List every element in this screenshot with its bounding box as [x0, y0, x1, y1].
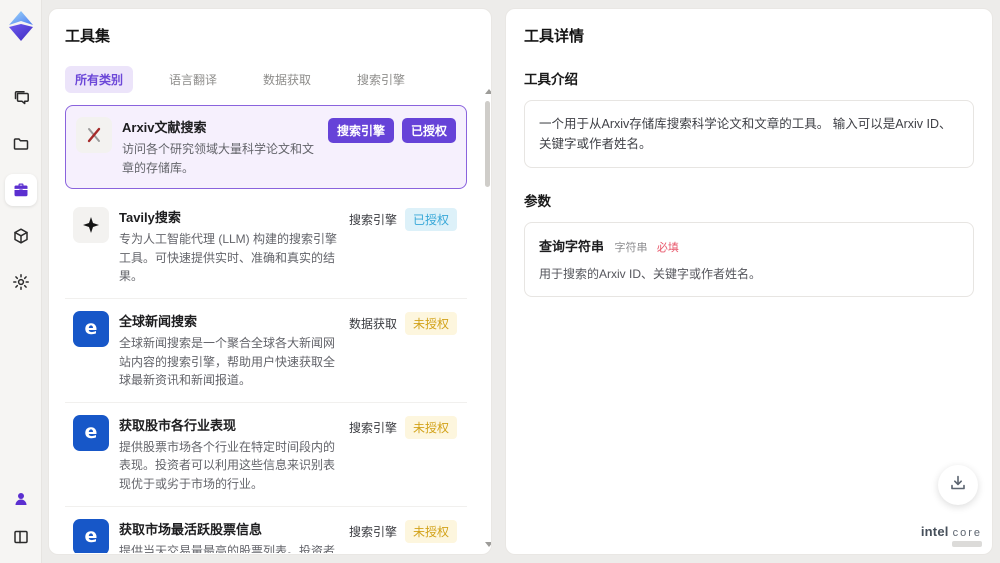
- tool-description: 全球新闻搜索是一个聚合全球各大新闻网站内容的搜索引擎，帮助用户快速获取全球最新资…: [119, 335, 336, 388]
- tool-list: Arxiv文献搜索 访问各个研究领域大量科学论文和文章的存储库。 搜索引擎 已授…: [65, 105, 477, 553]
- tools-panel-title: 工具集: [65, 28, 111, 45]
- category-tab[interactable]: 语言翻译: [159, 66, 227, 93]
- tool-auth-badge: 未授权: [404, 519, 457, 543]
- folder-icon: [12, 135, 30, 153]
- param-description: 用于搜索的Arxiv ID、关键字或作者姓名。: [539, 267, 762, 281]
- sidebar-bottom: [7, 485, 35, 551]
- cube-icon: [12, 227, 30, 245]
- intro-box: 一个用于从Arxiv存储库搜索科学论文和文章的工具。 输入可以是Arxiv ID…: [524, 100, 974, 168]
- tool-auth-badge: 已授权: [401, 118, 456, 143]
- scroll-down-arrow[interactable]: [485, 542, 491, 547]
- intro-text: 一个用于从Arxiv存储库搜索科学论文和文章的工具。 输入可以是Arxiv ID…: [539, 117, 952, 151]
- scrollbar-thumb[interactable]: [485, 101, 490, 187]
- tool-name: Tavily搜索: [119, 210, 181, 226]
- panel-toggle-icon: [12, 528, 30, 546]
- category-tab[interactable]: 所有类别: [65, 66, 134, 93]
- param-type: 字符串: [614, 242, 648, 254]
- tool-name: 获取股市各行业表现: [119, 417, 237, 433]
- intro-heading: 工具介绍: [524, 72, 578, 87]
- download-icon: [949, 474, 967, 497]
- tool-auth-badge: 未授权: [404, 415, 457, 439]
- tool-auth-badge: 已授权: [404, 208, 457, 232]
- tool-category-label: 搜索引擎: [348, 213, 397, 228]
- param-required-badge: 必填: [656, 242, 679, 254]
- app-logo: [6, 10, 36, 42]
- chat-icon: [12, 89, 30, 107]
- tool-detail-panel: 工具详情 工具介绍 一个用于从Arxiv存储库搜索科学论文和文章的工具。 输入可…: [505, 8, 993, 555]
- sidebar-item-user[interactable]: [7, 485, 35, 513]
- tool-name: 全球新闻搜索: [119, 313, 198, 329]
- tool-description: 专为人工智能代理 (LLM) 构建的搜索引擎工具。可快速提供实时、准确和真实的结…: [119, 232, 338, 284]
- category-tab[interactable]: 搜索引擎: [347, 66, 415, 93]
- news-app-icon: e: [73, 518, 109, 553]
- params-heading: 参数: [524, 194, 551, 209]
- sidebar-item-panel-toggle[interactable]: [7, 523, 35, 551]
- sidebar-item-cube[interactable]: [5, 220, 37, 252]
- category-tab[interactable]: 数据获取: [253, 66, 321, 93]
- sidebar-item-toolbox[interactable]: [4, 174, 37, 206]
- scroll-up-arrow[interactable]: [485, 89, 491, 94]
- tool-description: 提供股票市场各个行业在特定时间段内的表现。投资者可以利用这些信息来识别表现优于或…: [119, 439, 336, 491]
- tool-category-label: 数据获取: [348, 316, 397, 331]
- tavily-icon: [73, 207, 109, 244]
- tool-category-label: 搜索引擎: [348, 420, 397, 435]
- tool-name: Arxiv文献搜索: [122, 120, 207, 135]
- tool-row[interactable]: e 获取股市各行业表现 提供股票市场各个行业在特定时间段内的表现。投资者可以利用…: [65, 403, 467, 507]
- news-app-icon: e: [73, 414, 109, 451]
- tool-row[interactable]: e 获取市场最活跃股票信息 提供当天交易量最高的股票列表。投资者可以利用这些信息…: [65, 507, 467, 553]
- intel-core-logo: intel core: [921, 524, 982, 539]
- tool-name: 获取市场最活跃股票信息: [119, 521, 263, 537]
- detail-panel-title: 工具详情: [524, 28, 585, 45]
- param-box: 查询字符串 字符串 必填 用于搜索的Arxiv ID、关键字或作者姓名。: [524, 222, 974, 297]
- sidebar-item-folder[interactable]: [5, 128, 37, 160]
- tool-row[interactable]: Arxiv文献搜索 访问各个研究领域大量科学论文和文章的存储库。 搜索引擎 已授…: [65, 105, 467, 190]
- user-icon: [12, 490, 30, 508]
- news-app-icon: e: [73, 310, 109, 347]
- tool-description: 访问各个研究领域大量科学论文和文章的存储库。: [122, 142, 315, 175]
- sidebar-item-settings[interactable]: [5, 266, 37, 298]
- tool-description: 提供当天交易量最高的股票列表。投资者可以利用这些信息来识别流动性强的股票和潜在的…: [119, 543, 336, 553]
- core-sub-badge: [952, 541, 982, 547]
- list-scrollbar[interactable]: [484, 89, 491, 547]
- param-name: 查询字符串: [539, 239, 605, 254]
- param-header: 查询字符串 字符串 必填: [539, 236, 959, 256]
- category-tabs: 所有类别 语言翻译 数据获取 搜索引擎: [65, 66, 477, 93]
- app-sidebar: [0, 0, 42, 563]
- sidebar-item-chat[interactable]: [5, 82, 37, 114]
- tool-row[interactable]: e 全球新闻搜索 全球新闻搜索是一个聚合全球各大新闻网站内容的搜索引擎，帮助用户…: [65, 299, 467, 403]
- settings-icon: [12, 273, 30, 291]
- arxiv-icon: [76, 117, 112, 153]
- intel-wordmark: intel: [920, 524, 949, 539]
- download-button[interactable]: [938, 465, 978, 505]
- tool-category-label: 搜索引擎: [327, 118, 394, 143]
- toolbox-icon: [12, 181, 30, 199]
- core-wordmark: core: [952, 527, 982, 539]
- sidebar-nav: [4, 82, 37, 298]
- tool-category-label: 搜索引擎: [348, 524, 397, 539]
- tool-row[interactable]: Tavily搜索 专为人工智能代理 (LLM) 构建的搜索引擎工具。可快速提供实…: [65, 195, 467, 299]
- tools-panel: 工具集 所有类别 语言翻译 数据获取 搜索引擎 Arxiv文献搜索 访问各个研究领域大…: [48, 8, 492, 555]
- tool-auth-badge: 未授权: [404, 311, 457, 335]
